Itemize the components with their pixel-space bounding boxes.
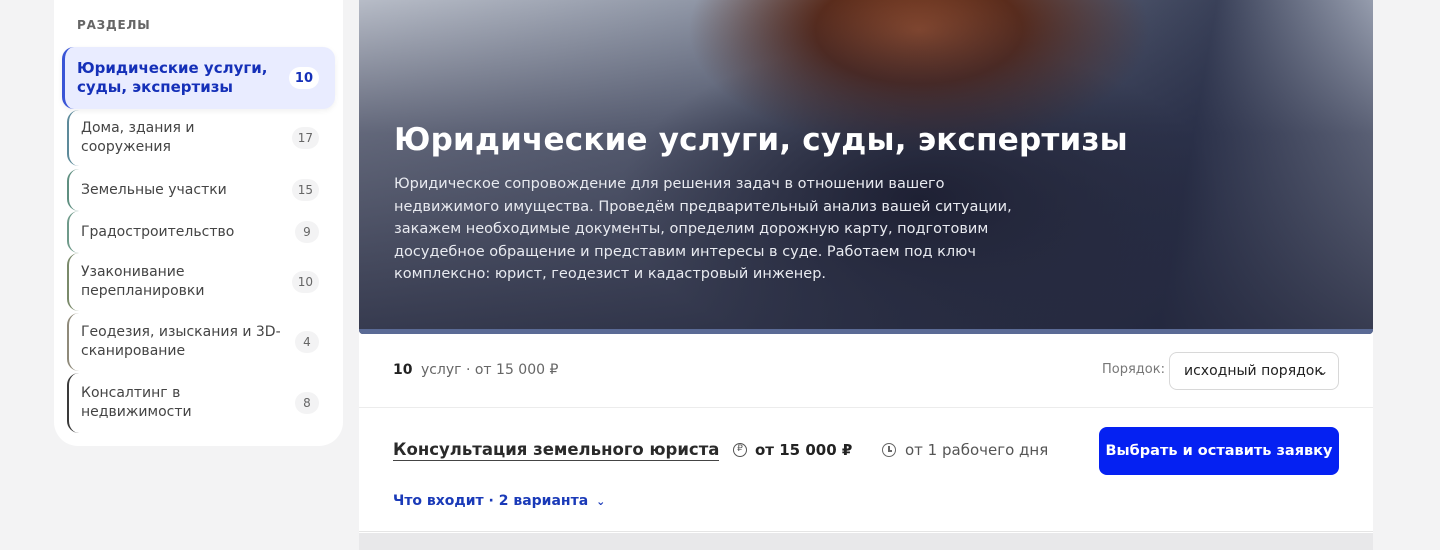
sidebar-item-label: Консалтинг в недвижимости (81, 385, 192, 420)
sort-select[interactable]: исходный порядок ⌄ (1169, 352, 1339, 390)
clock-icon (882, 443, 896, 457)
service-term: от 1 рабочего дня (905, 441, 1049, 459)
sidebar-item-count: 9 (295, 221, 319, 243)
sidebar-item-label: Земельные участки (81, 181, 227, 198)
service-price: от 15 000 ₽ (755, 441, 853, 459)
hero-description: Юридическое сопровождение для решения за… (394, 176, 1012, 282)
sidebar-item-count: 17 (291, 127, 319, 149)
main-content: Юридические услуги, суды, экспертизы Юри… (359, 0, 1373, 550)
service-name-link[interactable]: Консультация земельного юриста (393, 440, 720, 461)
sidebar-item-urban-planning[interactable]: Градостроительство 9 (67, 211, 335, 253)
sidebar-item-legal[interactable]: Юридические услуги, суды, экспертизы 10 (62, 47, 335, 109)
sections-sidebar: РАЗДЕЛЫ Юридические услуги, суды, экспер… (54, 0, 343, 446)
services-count-number: 10 (393, 362, 413, 378)
sidebar-item-label: Геодезия, изыскания и 3D-сканирование (81, 324, 281, 359)
sidebar-item-legalization[interactable]: Узаконивание перепланировки 10 (67, 253, 335, 311)
sidebar-item-count: 15 (291, 179, 319, 201)
sidebar-item-count: 10 (291, 271, 319, 293)
chevron-down-icon: ⌄ (596, 495, 606, 508)
includes-toggle[interactable]: Что входит · 2 варианта ⌄ (393, 493, 605, 509)
sidebar-item-label: Дома, здания и сооружения (81, 120, 195, 155)
ruble-coin-icon: ₽ (733, 443, 747, 457)
hero-banner: Юридические услуги, суды, экспертизы Юри… (359, 0, 1373, 334)
sidebar-item-consulting[interactable]: Консалтинг в недвижимости 8 (67, 373, 335, 433)
sidebar-item-label: Юридические услуги, суды, экспертизы (77, 59, 268, 96)
sidebar-item-land[interactable]: Земельные участки 15 (67, 169, 335, 211)
chevron-down-icon: ⌄ (1317, 364, 1328, 378)
sort-label: Порядок: (1102, 362, 1165, 377)
list-toolbar: 10 услуг · от 15 000 ₽ Порядок: исходный… (359, 334, 1373, 408)
page-title: Юридические услуги, суды, экспертизы (394, 122, 1128, 158)
service-card: Консультация земельного юриста ₽ от 15 0… (359, 409, 1373, 532)
sidebar-item-count: 8 (295, 392, 319, 414)
sidebar-item-count: 10 (288, 67, 319, 89)
select-and-request-button[interactable]: Выбрать и оставить заявку (1099, 427, 1339, 475)
includes-toggle-label: Что входит · 2 варианта (393, 493, 589, 509)
sidebar-item-count: 4 (295, 331, 319, 353)
services-count: 10 услуг · от 15 000 ₽ (393, 362, 558, 378)
sidebar-item-label: Узаконивание перепланировки (81, 264, 205, 299)
sidebar-title: РАЗДЕЛЫ (77, 18, 151, 32)
sidebar-item-buildings[interactable]: Дома, здания и сооружения 17 (67, 110, 335, 166)
next-service-card-edge (359, 533, 1373, 550)
sidebar-item-geodesy[interactable]: Геодезия, изыскания и 3D-сканирование 4 (67, 313, 335, 371)
services-count-suffix: услуг · от 15 000 ₽ (420, 362, 559, 378)
sort-select-value: исходный порядок (1184, 363, 1323, 379)
sidebar-item-label: Градостроительство (81, 223, 235, 240)
